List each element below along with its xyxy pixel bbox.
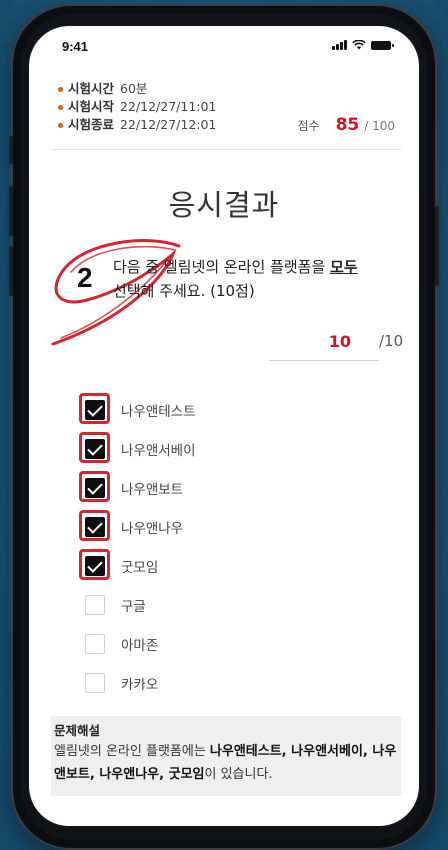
answer-option-label: 나우앤서베이: [121, 442, 196, 459]
exam-duration-row: 시험시간 60분: [58, 80, 216, 98]
answer-option-label: 나우앤나우: [121, 520, 184, 537]
signal-icon: [332, 40, 347, 50]
checkbox-unchecked-icon[interactable]: [85, 672, 105, 693]
exam-end-row: 시험종료 22/12/27/12:01: [58, 116, 216, 134]
answer-option-label: 나우앤보트: [121, 481, 184, 498]
exam-start-label: 시험시작: [68, 99, 115, 114]
explanation-suffix: 이 있습니다.: [204, 767, 273, 782]
question-text-part2: 선택해 주세요. (10점): [113, 282, 255, 300]
checkbox-checked-icon[interactable]: [85, 399, 105, 420]
answer-option-label: 카카오: [121, 676, 159, 693]
answer-option[interactable]: 나우앤서베이: [79, 429, 196, 468]
score-total: / 100: [364, 119, 395, 133]
answer-option-label: 구글: [121, 598, 146, 615]
status-bar: 9:41: [29, 26, 419, 66]
answer-option[interactable]: 구글: [85, 585, 196, 624]
explanation-prefix: 엘림넷의 온라인 플랫폼에는: [54, 744, 210, 759]
question-text-part1: 다음 중 엘림넷의 온라인 플랫폼을: [113, 258, 331, 276]
question-number: 2: [77, 262, 93, 293]
explanation-title: 문제해설: [54, 723, 101, 738]
score-label: 점수: [297, 119, 320, 133]
battery-icon: [371, 40, 394, 50]
bullet-icon: [58, 104, 63, 110]
checkbox-checked-icon[interactable]: [85, 477, 105, 498]
page-title: 응시결과: [168, 188, 280, 222]
question-text-emphasis: 모두: [330, 258, 358, 276]
exam-start-row: 시험시작 22/12/27/11:01: [58, 98, 216, 116]
volume-up-button: [9, 186, 13, 236]
mute-switch: [9, 136, 13, 164]
exam-end-label: 시험종료: [68, 117, 115, 132]
status-icons: [332, 40, 394, 50]
answer-option[interactable]: 나우앤나우: [79, 507, 196, 546]
exam-start-value: 22/12/27/11:01: [120, 99, 217, 114]
answer-option-label: 나우앤테스트: [121, 403, 196, 420]
answer-option[interactable]: 아마존: [85, 624, 196, 663]
bullet-icon: [58, 86, 63, 92]
explanation-text: 엘림넷의 온라인 플랫폼에는 나우앤테스트, 나우앤서베이, 나우앤보트, 나우…: [54, 740, 398, 786]
header-divider: [51, 149, 401, 150]
exam-end-value: 22/12/27/12:01: [120, 117, 217, 132]
checkbox-checked-icon[interactable]: [85, 438, 105, 459]
points-earned: 10: [328, 332, 351, 351]
status-time: 9:41: [62, 39, 89, 54]
power-button: [435, 206, 439, 286]
checkbox-checked-icon[interactable]: [85, 555, 105, 576]
exam-duration-label: 시험시간: [68, 81, 115, 96]
exam-duration-value: 60분: [120, 81, 148, 96]
answer-option[interactable]: 카카오: [85, 663, 196, 702]
points-field: 10: [269, 332, 379, 361]
score-display: 점수 85 / 100: [297, 115, 395, 135]
exam-info: 시험시간 60분 시험시작 22/12/27/11:01 시험종료 22/12/…: [58, 80, 216, 134]
answer-option[interactable]: 굿모임: [79, 546, 196, 585]
checkbox-checked-icon[interactable]: [85, 516, 105, 537]
checkbox-unchecked-icon[interactable]: [85, 633, 105, 654]
score-value: 85: [335, 115, 360, 135]
checkbox-unchecked-icon[interactable]: [85, 594, 105, 615]
explanation-box: 문제해설 엘림넷의 온라인 플랫폼에는 나우앤테스트, 나우앤서베이, 나우앤보…: [51, 716, 401, 796]
volume-down-button: [9, 246, 13, 296]
answer-options: 나우앤테스트나우앤서베이나우앤보트나우앤나우굿모임구글아마존카카오: [79, 390, 196, 702]
answer-option[interactable]: 나우앤보트: [79, 468, 196, 507]
answer-option-label: 아마존: [121, 637, 159, 654]
wifi-icon: [352, 40, 366, 50]
points-total: /10: [379, 332, 404, 350]
bullet-icon: [58, 122, 63, 128]
question-text: 다음 중 엘림넷의 온라인 플랫폼을 모두 선택해 주세요. (10점): [113, 255, 403, 303]
answer-option[interactable]: 나우앤테스트: [79, 390, 196, 429]
answer-option-label: 굿모임: [121, 559, 159, 576]
phone-screen: 9:41 시험시간 60분 시험시작 22/12/27/11:01 시험종료 2…: [29, 26, 419, 826]
